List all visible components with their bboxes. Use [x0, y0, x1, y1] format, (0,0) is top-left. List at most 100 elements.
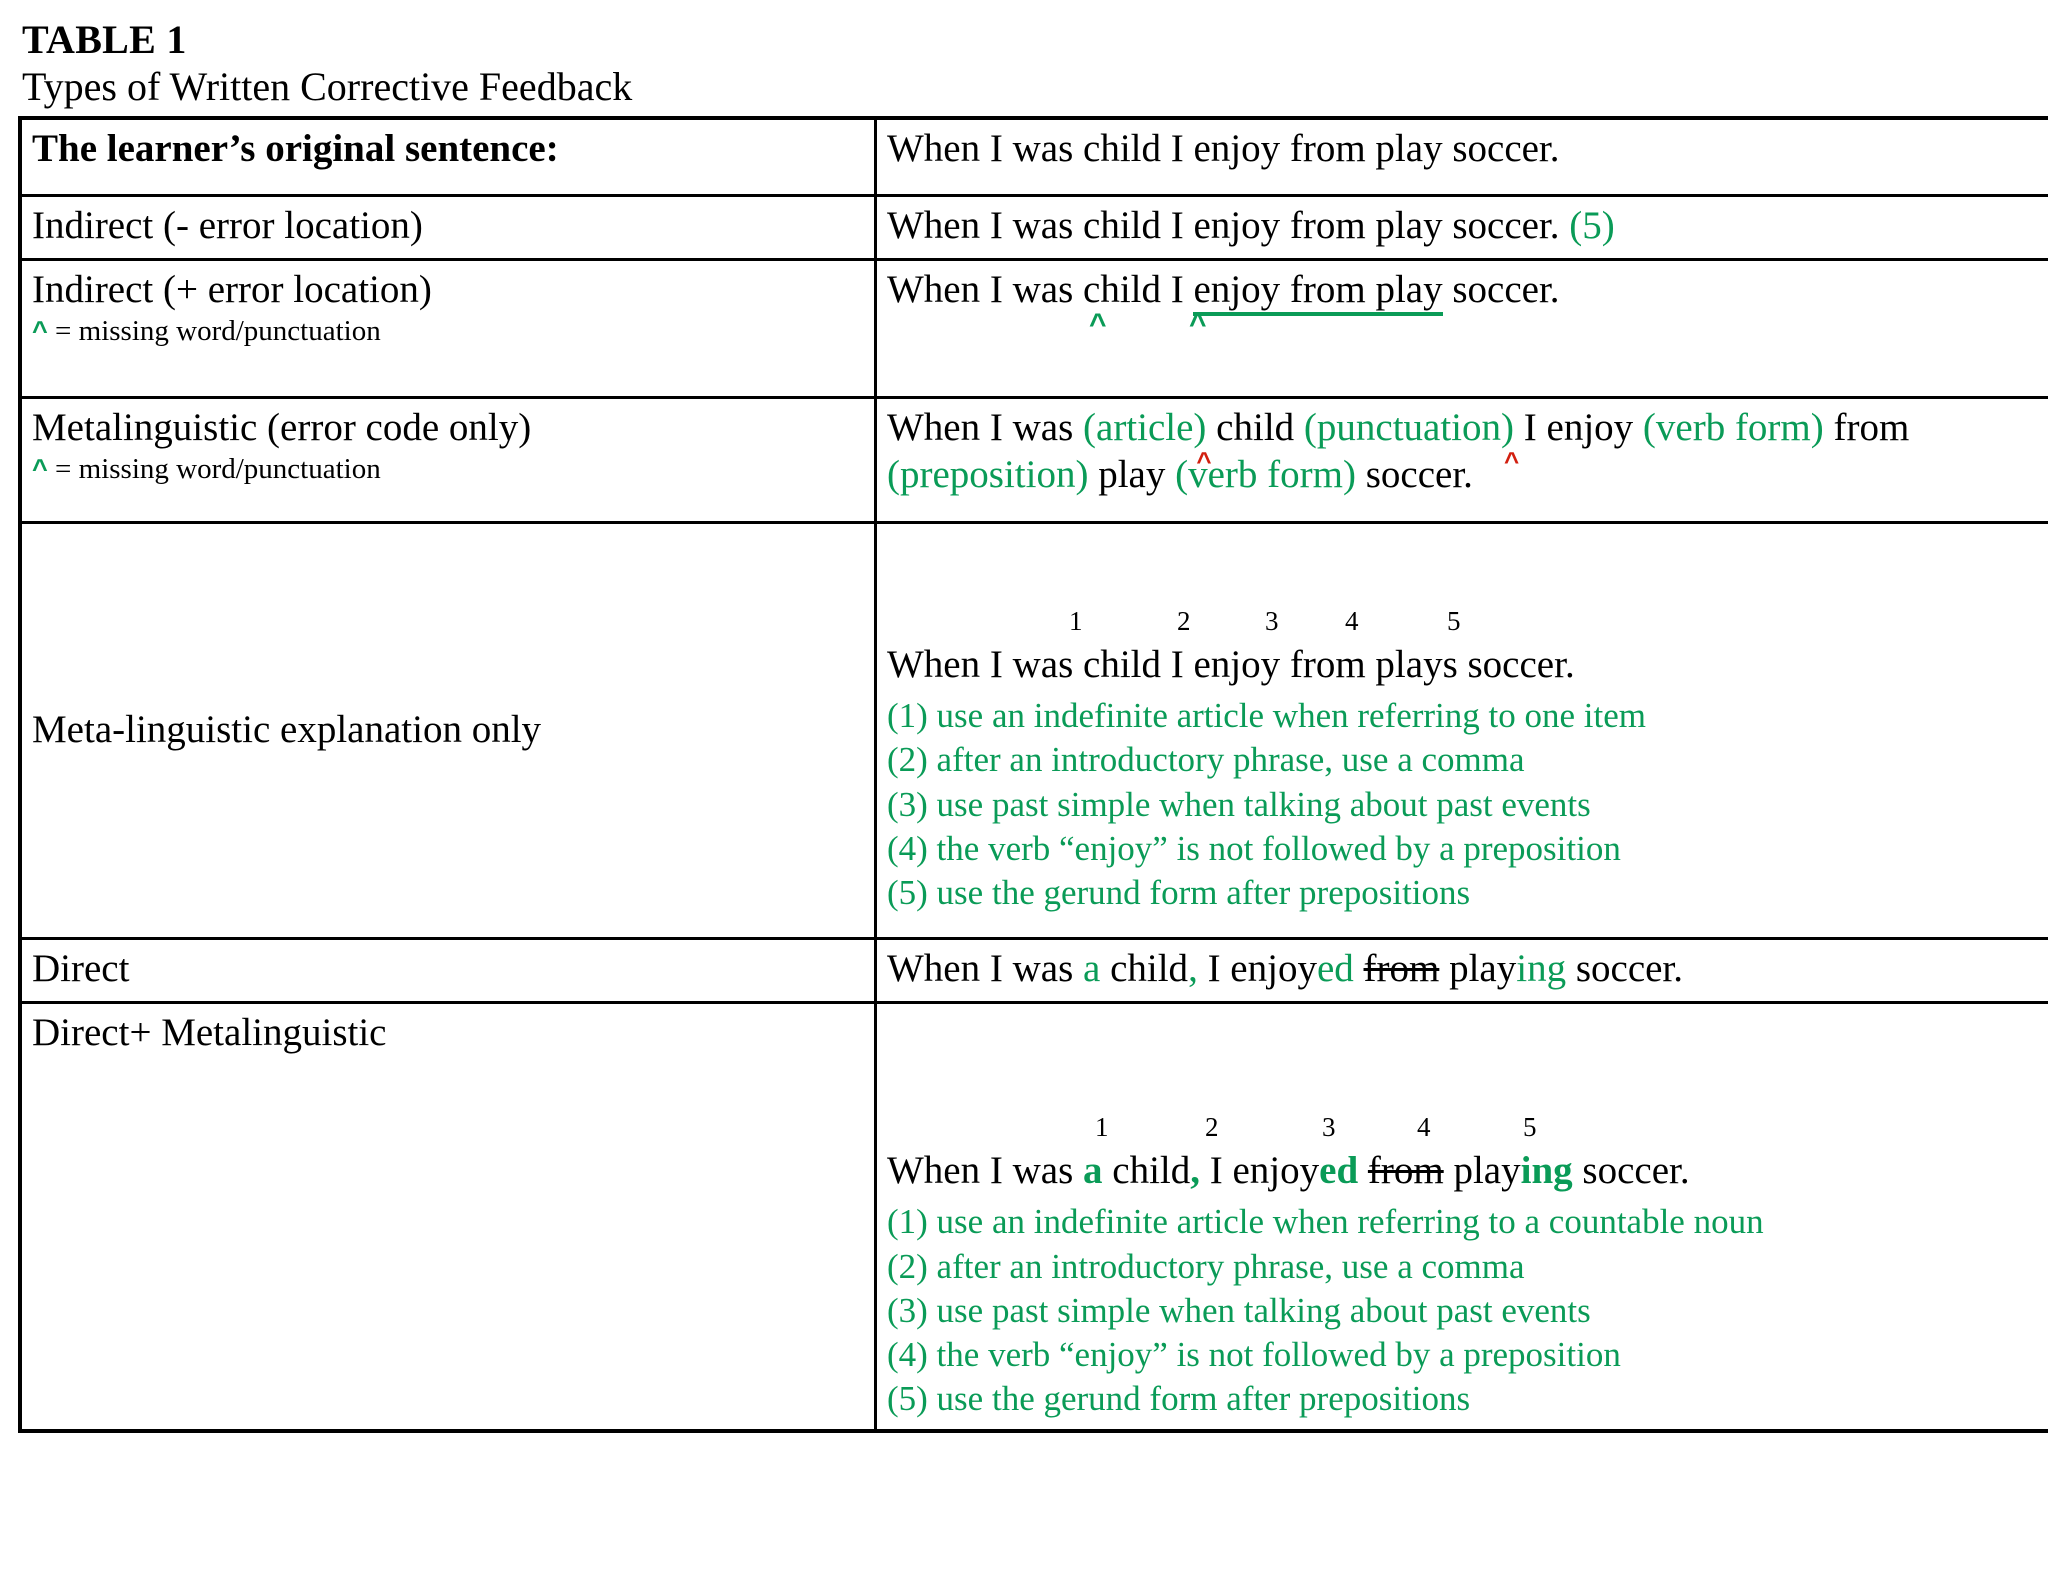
example-sentence-metalinguistic-explanation: When I was child I enjoy from plays socc… — [887, 642, 1575, 686]
rule-list-direct-metalinguistic: (1) use an indefinite article when refer… — [887, 1200, 2048, 1420]
row-label-cell-metalinguistic-code: Metalinguistic (error code only) ^ = mis… — [18, 395, 877, 524]
example-sentence-indirect-with-location: When I was child I enjoy from play socce… — [887, 267, 2048, 317]
sentence-part: I enjoy — [1197, 946, 1317, 990]
caret-icon: ^ — [32, 454, 48, 485]
error-marker-4: 4 — [1345, 605, 1359, 636]
underlined-error-span: enjoy from play — [1193, 268, 1443, 317]
table-row-indirect-with-location: Indirect (+ error location) ^ = missing … — [18, 258, 2048, 399]
rule-item: (5) use the gerund form after prepositio… — [887, 872, 1471, 912]
sentence-part: child — [1102, 1148, 1191, 1192]
cell-spacer — [887, 915, 2048, 929]
cell-spacer — [887, 344, 2048, 388]
error-marker-5: 5 — [1447, 605, 1461, 636]
sentence-prefix: When I was child I — [887, 268, 1194, 312]
sentence-text: When I was child I enjoy from play socce… — [887, 204, 1560, 248]
cell-spacer — [887, 530, 2048, 608]
row-example-cell-original: When I was child I enjoy from play socce… — [874, 116, 2048, 198]
row-label-cell-indirect-with-location: Indirect (+ error location) ^ = missing … — [18, 258, 877, 399]
sentence-part: When I was — [887, 1148, 1084, 1192]
rule-item: (1) use an indefinite article when refer… — [887, 1202, 1764, 1242]
error-marker-2: 2 — [1177, 605, 1191, 636]
correction-article: a — [1083, 1148, 1103, 1192]
correction-article: a — [1083, 946, 1101, 990]
rule-item: (1) use an indefinite article when refer… — [887, 696, 1646, 736]
cell-spacer — [887, 499, 2048, 513]
sentence-part: play — [1439, 946, 1517, 990]
rule-list-explanation: (1) use an indefinite article when refer… — [887, 694, 2048, 914]
correction-past-tense: ed — [1319, 1148, 1359, 1192]
example-sentence-metalinguistic-code: When I was (article) ^ child (punctuation… — [887, 405, 1910, 496]
correction-gerund: ing — [1520, 1148, 1573, 1192]
row-label-direct-metalinguistic: Direct+ Metalinguistic — [32, 1010, 387, 1054]
error-code-punctuation: (punctuation) — [1303, 405, 1515, 449]
row-label-indirect-with-location: Indirect (+ error location) — [32, 268, 432, 312]
sentence-part: soccer. — [1566, 946, 1684, 990]
cell-spacer — [887, 172, 2048, 186]
table-row-metalinguistic-code: Metalinguistic (error code only) ^ = mis… — [18, 395, 2048, 524]
caret-icon: ^ — [32, 316, 48, 347]
error-code-preposition: (preposition) — [887, 452, 1089, 496]
row-legend-indirect-with-location: ^ = missing word/punctuation — [32, 314, 864, 349]
corrective-feedback-table: The learner’s original sentence: When I … — [18, 115, 2048, 1433]
error-marker-2: 2 — [1205, 1111, 1219, 1142]
row-label-indirect-no-location: Indirect (- error location) — [32, 204, 423, 248]
rule-item: (2) after an introductory phrase, use a … — [887, 1246, 1525, 1286]
table-row-direct-metalinguistic: Direct+ Metalinguistic 1 2 3 4 5 When I … — [18, 1000, 2048, 1433]
row-label-original: The learner’s original sentence: — [32, 126, 559, 170]
table-row-metalinguistic-explanation: Meta-linguistic explanation only 1 2 3 4… — [18, 520, 2048, 940]
sentence-part: soccer. — [1572, 1148, 1690, 1192]
rule-item: (4) the verb “enjoy” is not followed by … — [887, 828, 1621, 868]
sentence-part: play — [1443, 1148, 1521, 1192]
correction-gerund: ing — [1516, 946, 1567, 990]
error-code-marker: (5) — [1569, 204, 1615, 248]
rule-item: (4) the verb “enjoy” is not followed by … — [887, 1334, 1621, 1374]
error-marker-5: 5 — [1523, 1111, 1537, 1142]
row-example-cell-indirect-with-location: When I was child I enjoy from play socce… — [874, 258, 2048, 399]
sentence-part — [1358, 1149, 1368, 1192]
rule-item: (2) after an introductory phrase, use a … — [887, 740, 1525, 780]
cell-spacer — [887, 1010, 2048, 1114]
row-example-cell-indirect-no-location: When I was child I enjoy from play socce… — [874, 194, 2048, 262]
cell-spacer — [32, 171, 864, 185]
row-label-direct: Direct — [32, 946, 130, 990]
example-sentence-direct-metalinguistic: When I was a child, I enjoyed from playi… — [887, 1148, 2048, 1195]
sentence-part: soccer. — [1355, 452, 1473, 496]
table-number: TABLE 1 — [22, 17, 187, 62]
error-marker-3: 3 — [1322, 1111, 1336, 1142]
table-row-direct: Direct When I was a child, I enjoyed fro… — [18, 936, 2048, 1004]
error-number-markers-direct-metalinguistic: 1 2 3 4 5 — [887, 1111, 2048, 1148]
row-label-metalinguistic-explanation: Meta-linguistic explanation only — [32, 707, 542, 751]
correction-comma: , — [1188, 946, 1198, 990]
row-label-cell-original: The learner’s original sentence: — [18, 116, 877, 198]
sentence-part: play — [1088, 452, 1176, 496]
table-row-original: The learner’s original sentence: When I … — [18, 116, 2048, 198]
error-number-markers-explanation: 1 2 3 4 5 — [887, 605, 2048, 642]
error-marker-3: 3 — [1265, 605, 1279, 636]
error-marker-1: 1 — [1069, 605, 1083, 636]
row-label-cell-direct: Direct — [18, 936, 877, 1004]
sentence-part: I enjoy — [1200, 1148, 1320, 1192]
sentence-suffix: soccer. — [1442, 268, 1560, 312]
error-marker-4: 4 — [1417, 1111, 1431, 1142]
row-label-cell-indirect-no-location: Indirect (- error location) — [18, 194, 877, 262]
rule-item: (3) use past simple when talking about p… — [887, 784, 1591, 824]
sentence-part: I enjoy — [1514, 405, 1643, 449]
row-label-metalinguistic-code: Metalinguistic (error code only) — [32, 405, 532, 449]
example-sentence-original: When I was child I enjoy from play socce… — [887, 126, 1560, 170]
example-sentence-direct: When I was a child, I enjoyed from playi… — [887, 946, 2048, 993]
sentence-part — [1354, 947, 1364, 990]
row-example-cell-direct-metalinguistic: 1 2 3 4 5 When I was a child, I enjoyed … — [874, 1000, 2048, 1433]
row-label-cell-direct-metalinguistic: Direct+ Metalinguistic — [18, 1000, 877, 1433]
rule-item: (3) use past simple when talking about p… — [887, 1290, 1591, 1330]
deletion-from: from — [1363, 946, 1440, 990]
legend-text: = missing word/punctuation — [47, 453, 381, 486]
row-legend-metalinguistic-code: ^ = missing word/punctuation — [32, 452, 864, 487]
correction-past-tense: ed — [1316, 946, 1354, 990]
correction-comma: , — [1190, 1148, 1200, 1192]
table-row-indirect-no-location: Indirect (- error location) When I was c… — [18, 194, 2048, 262]
row-example-cell-metalinguistic-code: When I was (article) ^ child (punctuation… — [874, 395, 2048, 524]
caret-marker-row: ^ ^ — [887, 309, 2048, 344]
caret-icon-1: ^ — [1089, 307, 1107, 341]
sentence-part: from — [1823, 405, 1910, 449]
rule-item: (5) use the gerund form after prepositio… — [887, 1378, 1471, 1418]
